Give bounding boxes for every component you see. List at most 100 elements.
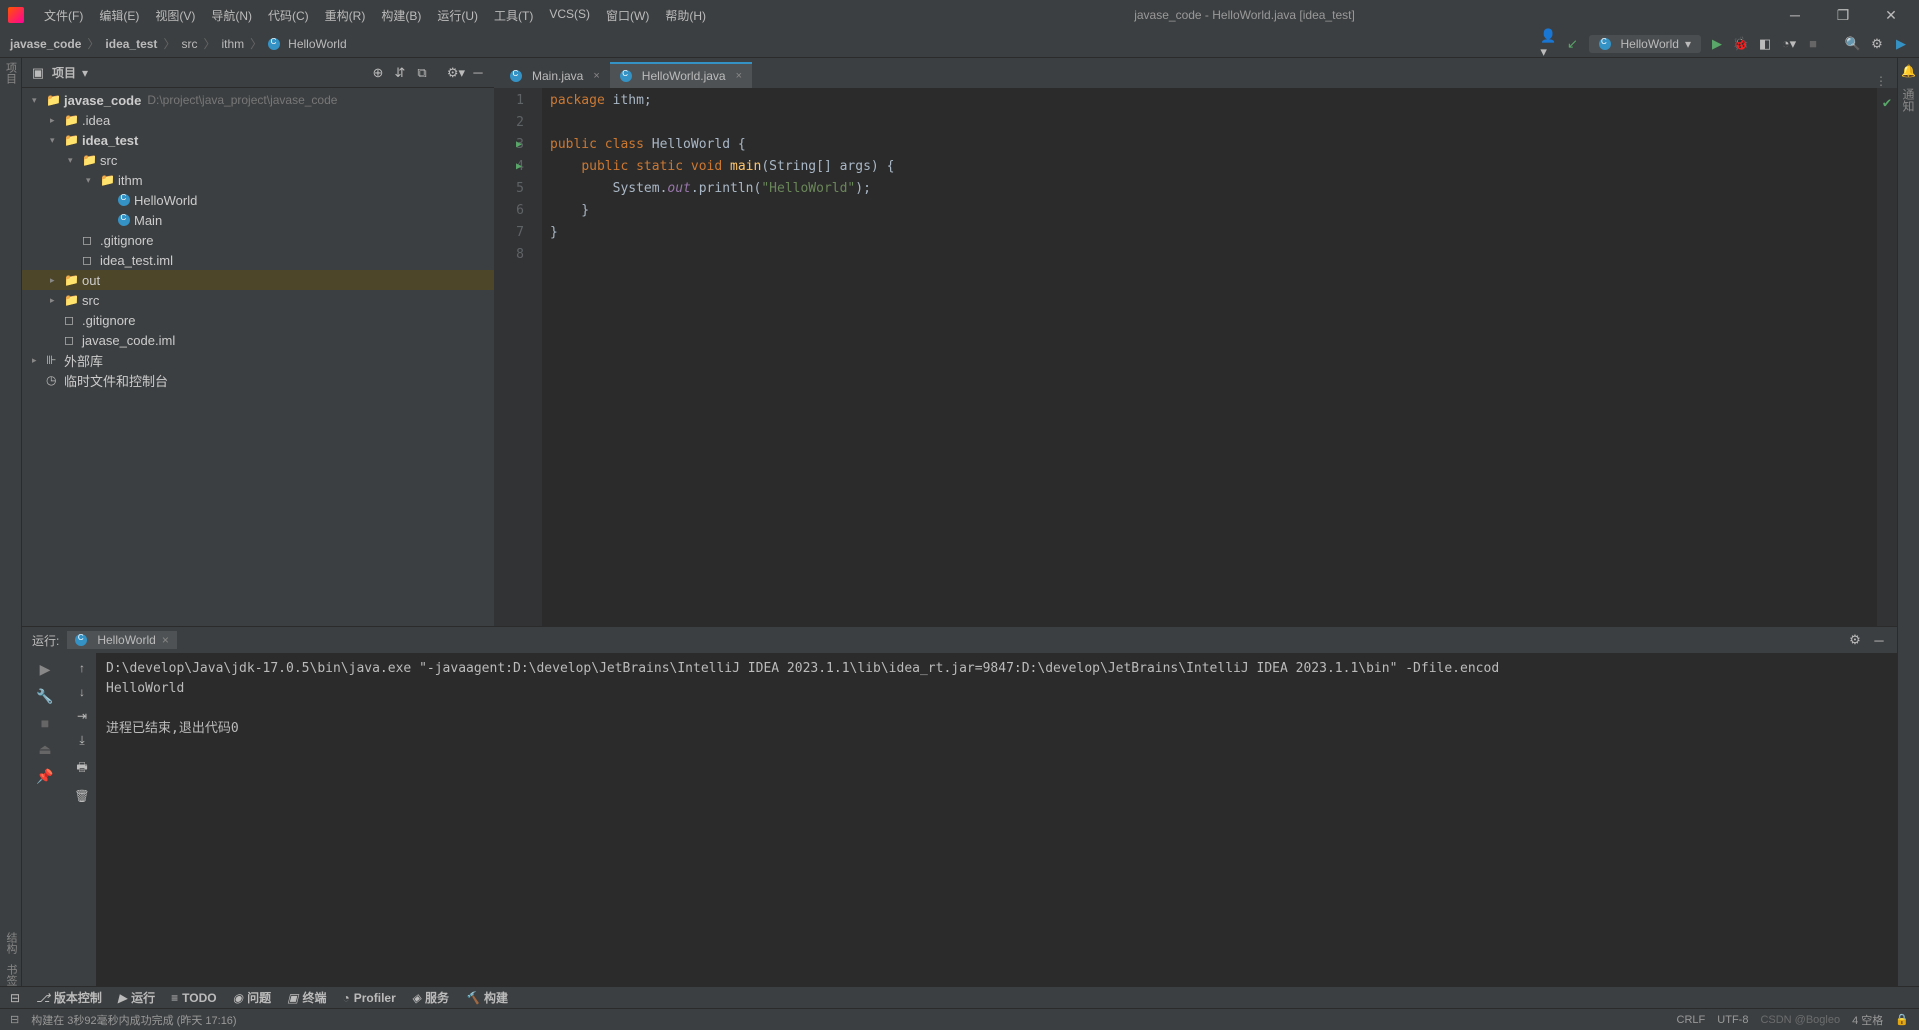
menu-vcs[interactable]: VCS(S) [541, 3, 598, 28]
bookmarks-tool-tab[interactable]: 书签 [3, 964, 19, 986]
menu-view[interactable]: 视图(V) [147, 3, 203, 28]
hide-tool-icon[interactable]: ⊟ [10, 991, 20, 1005]
run-button[interactable]: ▶ [1709, 36, 1725, 52]
close-icon[interactable]: × [162, 633, 169, 647]
menu-edit[interactable]: 编辑(E) [91, 3, 147, 28]
tree-arrow-icon[interactable]: ▾ [68, 155, 82, 166]
tree-row[interactable]: ▸📁out [22, 270, 494, 290]
tree-row[interactable]: Main [22, 210, 494, 230]
crumb[interactable]: HelloWorld [288, 37, 346, 51]
down-icon[interactable]: ↓ [79, 685, 85, 699]
tree-arrow-icon[interactable]: ▸ [50, 115, 64, 126]
lock-icon[interactable]: 🔒 [1895, 1013, 1909, 1026]
run-output[interactable]: D:\develop\Java\jdk-17.0.5\bin\java.exe … [96, 653, 1897, 986]
crumb[interactable]: ithm [221, 37, 244, 51]
tab-main[interactable]: Main.java× [500, 62, 610, 88]
run-config-selector[interactable]: HelloWorld ▾ [1589, 35, 1702, 53]
crumb[interactable]: javase_code [10, 37, 81, 51]
tree-row[interactable]: HelloWorld [22, 190, 494, 210]
close-icon[interactable]: × [736, 70, 742, 82]
tree-row[interactable]: ◷临时文件和控制台 [22, 370, 494, 390]
user-icon[interactable]: 👤▾ [1541, 36, 1557, 52]
search-icon[interactable]: 🔍 [1845, 36, 1861, 52]
chevron-down-icon[interactable]: ▾ [82, 66, 88, 80]
tree-arrow-icon[interactable]: ▾ [32, 95, 46, 106]
menu-build[interactable]: 构建(B) [373, 3, 429, 28]
expand-icon[interactable]: ⇵ [392, 65, 408, 81]
coverage-button[interactable]: ◧ [1757, 36, 1773, 52]
project-tool-tab[interactable]: 项目 [3, 62, 19, 84]
problems-tab[interactable]: ◉问题 [233, 989, 272, 1006]
settings-icon[interactable]: ⚙ [1869, 36, 1885, 52]
services-tab[interactable]: ◈服务 [412, 989, 449, 1006]
tree-row[interactable]: ▾📁src [22, 150, 494, 170]
wrench-icon[interactable]: 🔧 [36, 688, 53, 705]
run-tab[interactable]: ▶运行 [118, 989, 155, 1006]
tree-arrow-icon[interactable]: ▸ [32, 355, 46, 366]
profile-button[interactable]: ◔▾ [1781, 36, 1797, 52]
pin-icon[interactable]: 📌 [36, 768, 53, 785]
hide-icon[interactable]: ─ [1871, 632, 1887, 648]
indent[interactable]: 4 空格 [1852, 1012, 1883, 1028]
line-ending[interactable]: CRLF [1677, 1014, 1706, 1026]
crumb[interactable]: idea_test [105, 37, 157, 51]
menu-help[interactable]: 帮助(H) [657, 3, 714, 28]
tree-arrow-icon[interactable]: ▾ [50, 135, 64, 146]
up-icon[interactable]: ↑ [79, 661, 85, 675]
notifications-tab[interactable]: 通知 [1900, 88, 1917, 112]
minimize-button[interactable]: ─ [1775, 7, 1815, 24]
menu-file[interactable]: 文件(F) [36, 3, 91, 28]
tree-row[interactable]: ◻.gitignore [22, 310, 494, 330]
vcs-update-icon[interactable]: ↙ [1565, 36, 1581, 52]
print-icon[interactable]: 🖶 [76, 758, 87, 779]
gear-icon[interactable]: ⚙▾ [448, 65, 464, 81]
stop-button[interactable]: ■ [1805, 36, 1821, 52]
close-icon[interactable]: × [593, 70, 599, 82]
tree-arrow-icon[interactable]: ▸ [50, 295, 64, 306]
locate-icon[interactable]: ⊕ [370, 65, 386, 81]
gear-icon[interactable]: ⚙ [1847, 632, 1863, 648]
vcs-tab[interactable]: ⎇版本控制 [36, 989, 102, 1006]
encoding[interactable]: UTF-8 [1717, 1014, 1748, 1026]
crumb[interactable]: src [181, 37, 197, 51]
run-gutter-icon[interactable]: ▶ [516, 156, 522, 178]
tree-row[interactable]: ◻idea_test.iml [22, 250, 494, 270]
stop-icon[interactable]: ■ [41, 715, 49, 731]
ai-icon[interactable]: ▶ [1893, 36, 1909, 52]
inspection-ok-icon[interactable]: ✔ [1879, 91, 1895, 115]
terminal-tab[interactable]: ▣终端 [287, 989, 326, 1006]
tabs-more-icon[interactable]: ⋮ [1865, 74, 1897, 88]
menu-tools[interactable]: 工具(T) [486, 3, 541, 28]
build-tab[interactable]: 🔨构建 [465, 989, 508, 1006]
tree-arrow-icon[interactable]: ▸ [50, 275, 64, 286]
tree-row[interactable]: ▸📁src [22, 290, 494, 310]
tree-row[interactable]: ▸📁.idea [22, 110, 494, 130]
todo-tab[interactable]: ≡TODO [171, 991, 216, 1005]
hide-icon[interactable]: ─ [470, 65, 486, 81]
tree-arrow-icon[interactable]: ▾ [86, 175, 100, 186]
tree-row[interactable]: ◻.gitignore [22, 230, 494, 250]
scroll-icon[interactable]: ⤓ [79, 733, 84, 748]
run-gutter-icon[interactable]: ▶ [516, 134, 522, 156]
menu-window[interactable]: 窗口(W) [598, 3, 657, 28]
menu-navigate[interactable]: 导航(N) [203, 3, 260, 28]
exit-icon[interactable]: ⏏ [38, 741, 51, 758]
trash-icon[interactable]: 🗑 [74, 789, 89, 803]
debug-button[interactable]: 🐞 [1733, 36, 1749, 52]
maximize-button[interactable]: ❐ [1823, 7, 1863, 24]
profiler-tab[interactable]: ◔Profiler [342, 991, 395, 1005]
run-tab[interactable]: HelloWorld × [67, 631, 176, 649]
wrap-icon[interactable]: ⇥ [77, 709, 87, 723]
tree-row[interactable]: ▾📁javase_codeD:\project\java_project\jav… [22, 90, 494, 110]
menu-code[interactable]: 代码(C) [260, 3, 317, 28]
rerun-icon[interactable]: ▶ [40, 661, 51, 678]
tab-helloworld[interactable]: HelloWorld.java× [610, 62, 752, 88]
tree-row[interactable]: ▾📁idea_test [22, 130, 494, 150]
tree-row[interactable]: ▾📁ithm [22, 170, 494, 190]
menu-refactor[interactable]: 重构(R) [317, 3, 374, 28]
close-button[interactable]: ✕ [1871, 7, 1911, 24]
tree-row[interactable]: ◻javase_code.iml [22, 330, 494, 350]
notifications-icon[interactable]: 🔔 [1901, 64, 1916, 78]
status-icon[interactable]: ⊟ [10, 1013, 19, 1026]
menu-run[interactable]: 运行(U) [429, 3, 486, 28]
